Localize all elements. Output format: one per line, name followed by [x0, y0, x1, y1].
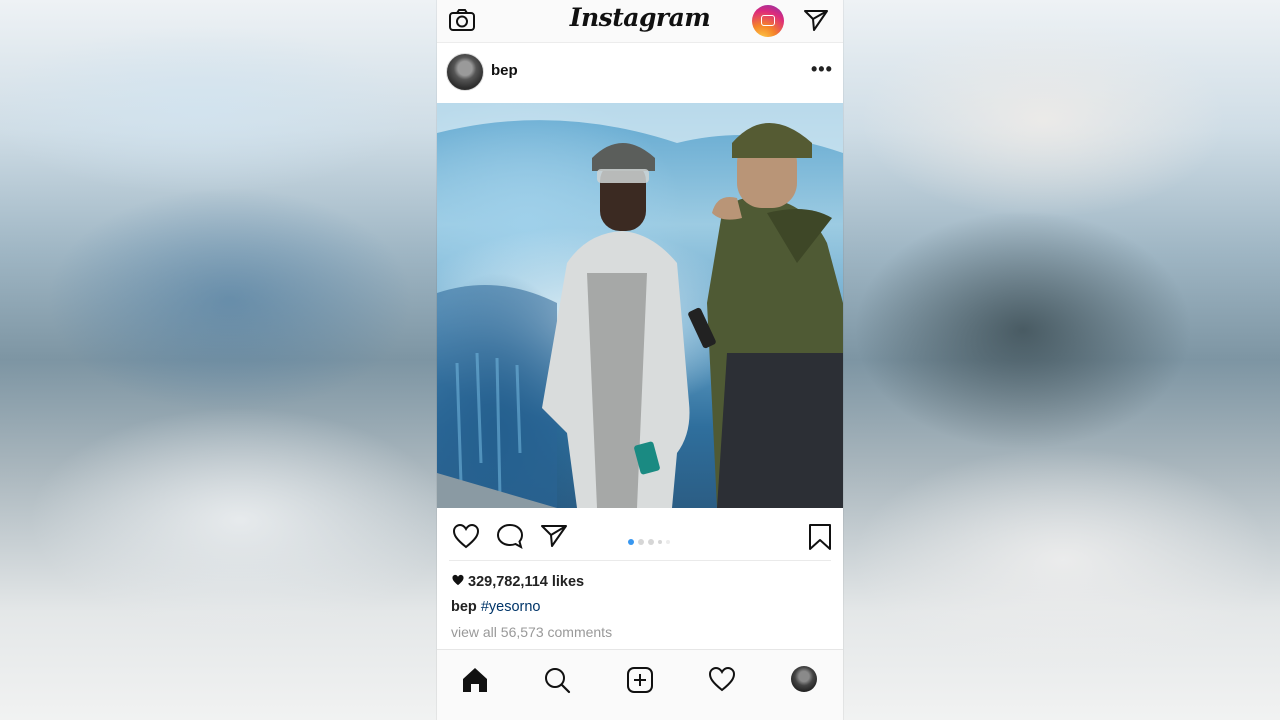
top-bar: Instagram: [437, 0, 843, 43]
instagram-app: Instagram bep ••• 329,782,114 likes bep …: [437, 0, 843, 720]
divider: [449, 560, 831, 561]
view-all-comments-link[interactable]: view all 56,573 comments: [451, 624, 612, 640]
post-caption: bep #yesorno: [451, 599, 540, 615]
activity-heart-icon[interactable]: [708, 666, 736, 697]
likes-text: 329,782,114 likes: [468, 574, 585, 590]
search-icon[interactable]: [543, 666, 571, 699]
igtv-icon[interactable]: [752, 5, 784, 37]
caption-hashtag[interactable]: #yesorno: [481, 599, 541, 615]
small-heart-icon: [451, 574, 465, 590]
direct-send-icon[interactable]: [803, 8, 829, 37]
new-post-icon[interactable]: [626, 666, 654, 699]
profile-avatar[interactable]: [791, 666, 817, 692]
carousel-dot: [648, 539, 654, 545]
carousel-indicator: [628, 532, 674, 550]
bookmark-icon[interactable]: [807, 523, 833, 556]
home-icon[interactable]: [461, 666, 489, 699]
background-blur-right: [843, 0, 1280, 720]
carousel-dot: [658, 540, 662, 544]
post-actions: [437, 510, 843, 560]
post-username[interactable]: bep: [491, 62, 518, 79]
likes-count[interactable]: 329,782,114 likes: [451, 574, 584, 590]
share-send-icon[interactable]: [540, 523, 568, 554]
comment-icon[interactable]: [496, 523, 524, 554]
more-options-icon[interactable]: •••: [811, 59, 833, 80]
like-heart-icon[interactable]: [452, 523, 480, 554]
carousel-dot: [638, 539, 644, 545]
post-photo[interactable]: [437, 103, 843, 508]
background-blur-left: [0, 0, 437, 720]
caption-username[interactable]: bep: [451, 599, 477, 615]
avatar[interactable]: [446, 53, 484, 91]
carousel-dot: [628, 539, 634, 545]
post-header: bep •••: [437, 45, 843, 101]
carousel-dot: [666, 540, 670, 544]
bottom-nav: [437, 649, 843, 720]
